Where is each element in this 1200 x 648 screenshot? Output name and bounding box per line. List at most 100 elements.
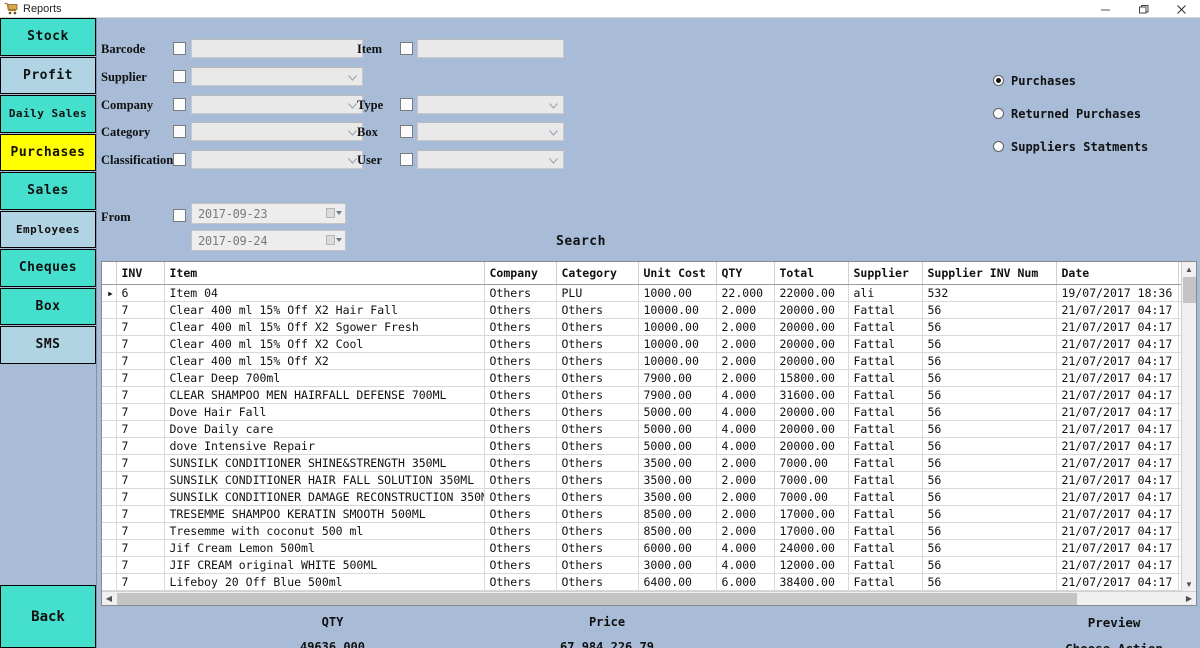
table-cell[interactable]: 20000.00 [774, 421, 848, 438]
table-cell[interactable] [102, 336, 116, 353]
table-cell[interactable]: Others [484, 370, 556, 387]
table-cell-inv[interactable]: 7 [116, 557, 164, 574]
column-header-date[interactable]: Date [1056, 262, 1178, 285]
table-cell[interactable]: 10000.00 [638, 353, 716, 370]
table-cell-inv[interactable]: 7 [116, 302, 164, 319]
table-cell[interactable]: Fattal [848, 336, 922, 353]
table-cell[interactable]: Others [484, 455, 556, 472]
table-row[interactable]: 7Clear Deep 700mlOthersOthers7900.002.00… [102, 370, 1181, 387]
table-cell[interactable]: Others [556, 489, 638, 506]
table-cell[interactable]: 56 [922, 438, 1056, 455]
table-cell-inv[interactable]: 7 [116, 353, 164, 370]
table-cell[interactable]: 5000.00 [638, 438, 716, 455]
table-cell[interactable]: Others [484, 540, 556, 557]
table-cell[interactable]: 21/07/2017 04:17 [1056, 574, 1178, 591]
table-cell[interactable]: 56 [922, 557, 1056, 574]
table-cell[interactable]: Fattal [848, 455, 922, 472]
table-row[interactable]: 7Clear 400 ml 15% Off X2 Hair FallOthers… [102, 302, 1181, 319]
table-cell[interactable]: 31600.00 [774, 387, 848, 404]
table-cell[interactable]: 6400.00 [638, 574, 716, 591]
user-checkbox[interactable] [400, 153, 413, 166]
table-cell[interactable]: 10000.00 [638, 302, 716, 319]
sidebar-item-box[interactable]: Box [0, 288, 96, 326]
table-cell-item[interactable]: Lifeboy 20 Off Blue 500ml [164, 574, 484, 591]
table-row[interactable]: 7Clear 400 ml 15% Off X2 Sgower FreshOth… [102, 319, 1181, 336]
table-cell-item[interactable]: Item 04 [164, 285, 484, 302]
table-cell-inv[interactable]: 7 [116, 506, 164, 523]
sidebar-item-employees[interactable]: Employees [0, 211, 96, 249]
scroll-up-icon[interactable]: ▲ [1182, 262, 1197, 276]
sidebar-item-sales[interactable]: Sales [0, 172, 96, 210]
user-select[interactable] [417, 150, 564, 169]
table-row[interactable]: 7TRESEMME SHAMPOO KERATIN SMOOTH 500MLOt… [102, 506, 1181, 523]
date-to-input[interactable]: 2017-09-24 [191, 230, 346, 251]
column-header-supplier-inv-num[interactable]: Supplier INV Num [922, 262, 1056, 285]
table-cell[interactable]: 24000.00 [774, 540, 848, 557]
radio-suppliers-statments[interactable]: Suppliers Statments [993, 130, 1183, 163]
table-cell[interactable] [102, 574, 116, 591]
choose-action-button[interactable]: Choose Action [1065, 641, 1163, 648]
table-cell[interactable]: 22000.00 [774, 285, 848, 302]
table-cell[interactable]: 56 [922, 387, 1056, 404]
table-cell[interactable]: 21/07/2017 04:17 [1056, 370, 1178, 387]
table-cell[interactable]: 7900.00 [638, 387, 716, 404]
table-cell[interactable]: 56 [922, 319, 1056, 336]
type-select[interactable] [417, 95, 564, 114]
table-cell[interactable]: 21/07/2017 04:17 [1056, 557, 1178, 574]
vertical-scrollbar[interactable]: ▲ ▼ [1181, 262, 1196, 591]
table-cell[interactable]: Others [556, 353, 638, 370]
table-cell[interactable]: 2.000 [716, 319, 774, 336]
table-cell-inv[interactable]: 7 [116, 574, 164, 591]
horizontal-scrollbar-thumb[interactable] [117, 593, 1077, 605]
table-row[interactable]: 7Tresemme with coconut 500 mlOthersOther… [102, 523, 1181, 540]
scroll-right-icon[interactable]: ▶ [1182, 592, 1196, 606]
search-button[interactable]: Search [556, 234, 606, 249]
table-cell[interactable]: 7000.00 [774, 489, 848, 506]
table-cell[interactable]: Others [556, 540, 638, 557]
table-row[interactable]: 7Lifeboy 20 Off Blue 500mlOthersOthers64… [102, 574, 1181, 591]
table-cell[interactable]: Others [556, 404, 638, 421]
table-cell-inv[interactable]: 7 [116, 421, 164, 438]
table-cell[interactable]: 56 [922, 404, 1056, 421]
supplier-checkbox[interactable] [173, 70, 186, 83]
table-cell-item[interactable]: Clear 400 ml 15% Off X2 Sgower Fresh [164, 319, 484, 336]
table-cell[interactable]: 56 [922, 353, 1056, 370]
table-cell[interactable]: Fattal [848, 319, 922, 336]
table-cell[interactable] [102, 404, 116, 421]
table-cell[interactable]: 4.000 [716, 540, 774, 557]
table-cell[interactable] [102, 387, 116, 404]
table-cell[interactable] [102, 540, 116, 557]
table-cell[interactable]: 20000.00 [774, 302, 848, 319]
table-cell[interactable]: 4.000 [716, 557, 774, 574]
table-cell-item[interactable]: Dove Hair Fall [164, 404, 484, 421]
table-cell[interactable]: 20000.00 [774, 353, 848, 370]
table-row[interactable]: 7Clear 400 ml 15% Off X2OthersOthers1000… [102, 353, 1181, 370]
calendar-dropdown-icon[interactable] [326, 235, 342, 245]
sidebar-item-purchases[interactable]: Purchases [0, 134, 96, 172]
table-cell[interactable]: 4.000 [716, 421, 774, 438]
table-cell[interactable]: 56 [922, 455, 1056, 472]
scroll-left-icon[interactable]: ◀ [102, 592, 116, 606]
table-cell[interactable]: 22.000 [716, 285, 774, 302]
table-cell[interactable]: Others [556, 370, 638, 387]
table-cell-item[interactable]: Clear 400 ml 15% Off X2 Hair Fall [164, 302, 484, 319]
table-cell[interactable]: 20000.00 [774, 319, 848, 336]
table-cell[interactable]: Fattal [848, 421, 922, 438]
table-cell[interactable]: 17000.00 [774, 506, 848, 523]
table-cell[interactable]: Fattal [848, 540, 922, 557]
table-cell[interactable]: Others [484, 319, 556, 336]
table-cell[interactable]: 38400.00 [774, 574, 848, 591]
table-cell-item[interactable]: Clear 400 ml 15% Off X2 Cool [164, 336, 484, 353]
table-cell[interactable]: Others [484, 404, 556, 421]
table-cell[interactable]: Fattal [848, 557, 922, 574]
sidebar-item-daily-sales[interactable]: Daily Sales [0, 95, 96, 133]
barcode-input[interactable] [191, 39, 363, 58]
category-checkbox[interactable] [173, 125, 186, 138]
table-cell[interactable]: 21/07/2017 04:17 [1056, 472, 1178, 489]
table-row[interactable]: 7Clear 400 ml 15% Off X2 CoolOthersOther… [102, 336, 1181, 353]
table-cell[interactable]: ali [848, 285, 922, 302]
table-cell[interactable]: Others [556, 438, 638, 455]
table-cell[interactable]: 5000.00 [638, 421, 716, 438]
column-header-supplier[interactable]: Supplier [848, 262, 922, 285]
table-cell[interactable]: 10000.00 [638, 319, 716, 336]
